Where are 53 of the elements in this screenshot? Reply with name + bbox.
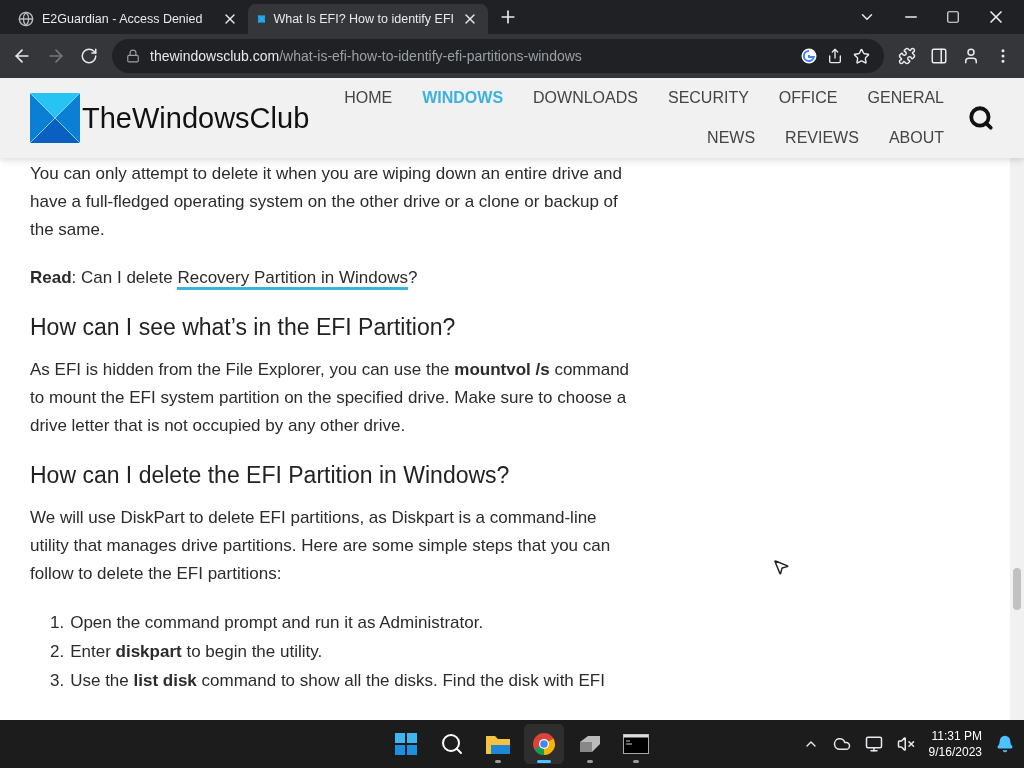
paragraph: As EFI is hidden from the File Explorer, you can use the mountvol /s command to mount the EFI system partition on the specified drive. Make sure to choose a drive letter that is not occupied by any other drive. [30, 359, 630, 437]
site-logo-text[interactable]: TheWindowsClub [82, 101, 310, 135]
windows-start-icon[interactable] [394, 732, 418, 756]
time-text: 11:31 PM [931, 728, 982, 744]
site-logo-icon[interactable] [30, 93, 80, 143]
globe-icon [18, 11, 34, 27]
address-bar[interactable]: thewindowsclub.com/what-is-efi-how-to-identify-efi-partitions-windows [112, 39, 884, 73]
nav-link[interactable]: NEWS [707, 129, 756, 147]
onedrive-icon[interactable] [832, 735, 851, 753]
restore-icon[interactable] [946, 10, 960, 24]
drive-icon[interactable] [578, 734, 602, 754]
list-number: 3. [50, 670, 65, 692]
nav-link[interactable]: ABOUT [888, 129, 944, 147]
star-icon[interactable] [853, 47, 870, 65]
browser-tab[interactable]: What Is EFI? How to identify EFI [248, 4, 488, 34]
read-also-line: Read: Can I delete Recovery Partition in Windows? [30, 264, 630, 292]
browser-tab[interactable]: E2Guardian - Access Denied [8, 4, 248, 34]
list-item: Enter diskpart to begin the utility. [70, 641, 323, 663]
profile-icon[interactable] [962, 47, 980, 65]
share-icon[interactable] [827, 48, 843, 64]
scroll-thumb[interactable] [1013, 568, 1021, 610]
nav-link[interactable]: SECURITY [667, 89, 749, 107]
search-icon[interactable] [440, 732, 464, 756]
article-link[interactable]: Recovery Partition in Windows [177, 268, 408, 290]
terminal-icon[interactable] [623, 734, 649, 754]
search-icon[interactable] [968, 105, 994, 131]
folder-icon[interactable] [485, 733, 511, 755]
list-number: 2. [50, 641, 65, 663]
nav-link[interactable]: OFFICE [778, 89, 838, 107]
date-text: 9/16/2023 [928, 744, 982, 760]
url-text: thewindowsclub.com/what-is-efi-how-to-identify-efi-partitions-windows [150, 48, 582, 64]
lock-icon [126, 49, 140, 63]
list-number: 1. [50, 612, 65, 634]
nav-link[interactable]: GENERAL [867, 89, 944, 107]
section-heading: How can I see what’s in the EFI Partition? [30, 313, 457, 342]
paragraph: You can only attempt to delete it when you are wiping down an entire drive and have a full-fledged operating system on the other drive or a clone or backup of the same. [30, 163, 623, 241]
mouse-pointer-icon [772, 558, 790, 576]
nav-link[interactable]: DOWNLOADS [533, 89, 638, 107]
clock[interactable]: 11:31 PM 9/16/2023 [928, 728, 982, 760]
google-icon[interactable] [801, 48, 817, 64]
list-item: Open the command prompt and run it as Administrator. [70, 612, 484, 634]
extensions-icon[interactable] [898, 47, 916, 65]
nav-link[interactable]: REVIEWS [785, 129, 859, 147]
section-heading: How can I delete the EFI Partition in Windows? [30, 461, 511, 490]
side-panel-icon[interactable] [930, 47, 948, 65]
notification-icon[interactable] [996, 735, 1014, 753]
chrome-icon[interactable] [532, 732, 556, 756]
list-item: Use the list disk command to show all the disks. Find the disk with EFI [70, 670, 605, 692]
nav-link[interactable]: HOME [344, 89, 393, 107]
mute-icon[interactable] [896, 735, 915, 753]
network-icon[interactable] [864, 735, 883, 753]
reload-icon[interactable] [80, 47, 98, 65]
paragraph: We will use DiskPart to delete EFI partitions, as Diskpart is a command-line utility that manages drive partitions. Here are some simple steps that you can follow to delete the EFI partitions: [30, 507, 612, 585]
